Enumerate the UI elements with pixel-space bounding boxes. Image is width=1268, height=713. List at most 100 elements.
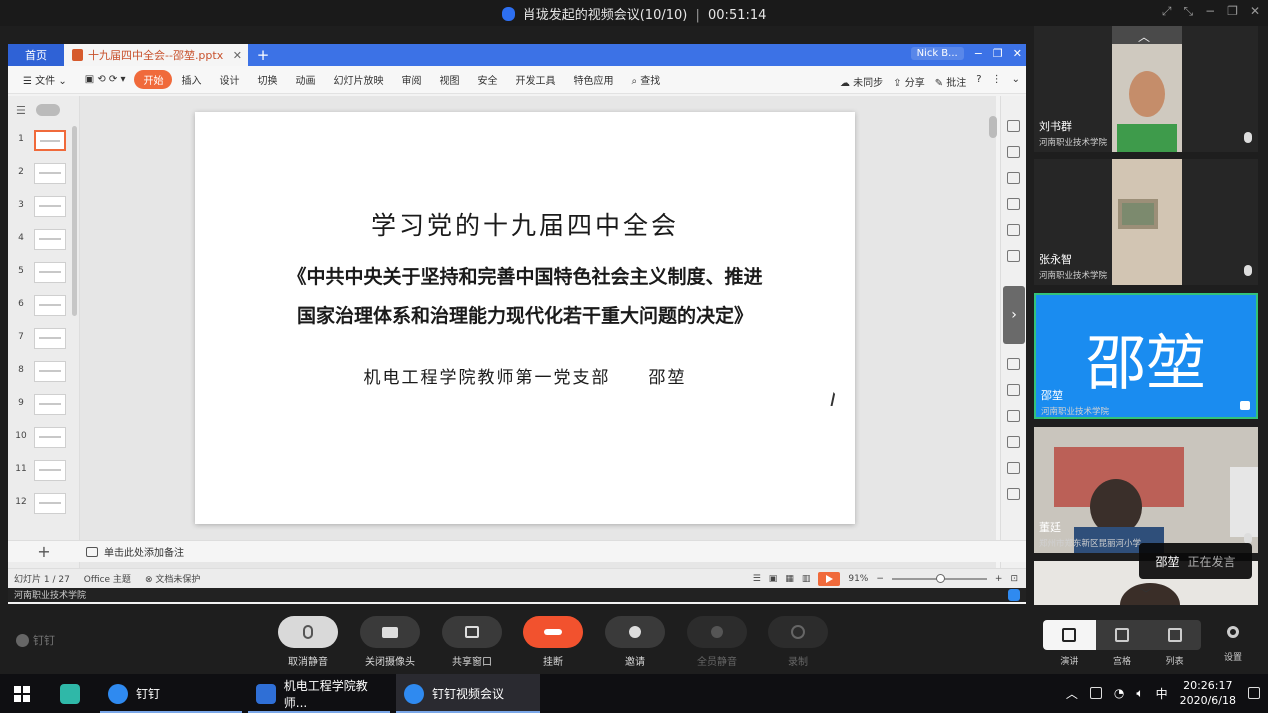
current-slide[interactable]: 学习党的十九届四中全会 《中共中央关于坚持和完善中国特色社会主义制度、推进 国家…: [195, 112, 855, 524]
tool-icon[interactable]: [1007, 172, 1020, 184]
system-clock[interactable]: 20:26:17 2020/6/18: [1180, 678, 1236, 708]
audio-icon[interactable]: [1007, 410, 1020, 422]
ime-indicator[interactable]: 中: [1156, 685, 1168, 702]
invite-button[interactable]: 邀请: [605, 616, 665, 668]
help-icon[interactable]: [1007, 488, 1020, 500]
share-circle[interactable]: [442, 616, 502, 648]
chevron-down-icon[interactable]: ﹀: [1140, 585, 1152, 602]
participant-tile[interactable]: 董廷 郑州市郑东新区昆丽河小学: [1034, 427, 1258, 553]
camera-off-button[interactable]: 关闭摄像头: [360, 616, 420, 668]
close-icon[interactable]: ✕: [1013, 47, 1022, 60]
slide-thumbnail[interactable]: 9: [8, 390, 80, 420]
slide-thumbnail[interactable]: 8: [8, 357, 80, 387]
record-circle[interactable]: [768, 616, 828, 648]
layout-speaker-tab[interactable]: [1043, 620, 1096, 650]
tab-home[interactable]: 首页: [8, 44, 64, 66]
slide-thumbnail[interactable]: 6: [8, 291, 80, 321]
tray-app-icon[interactable]: [1089, 687, 1102, 699]
tool-icon[interactable]: [1007, 436, 1020, 448]
ribbon-tab-home[interactable]: 开始: [134, 70, 173, 89]
tool-icon[interactable]: [1007, 198, 1020, 210]
layout-list-tab[interactable]: [1148, 620, 1201, 650]
slide-thumbnail[interactable]: 5: [8, 258, 80, 288]
taskbar-app-dingtalk[interactable]: 钉钉: [100, 674, 242, 713]
ribbon-tab-review[interactable]: 审阅: [392, 72, 430, 87]
new-tab-button[interactable]: +: [248, 46, 278, 64]
notification-icon[interactable]: [1248, 687, 1260, 699]
invite-circle[interactable]: [605, 616, 665, 648]
windows-start-icon[interactable]: [14, 686, 30, 702]
sync-button[interactable]: ☁ 未同步: [840, 74, 883, 89]
comment-button[interactable]: ✎ 批注: [935, 74, 967, 89]
menu-icon[interactable]: ☰ 文件 ⌄: [14, 72, 76, 87]
more-icon[interactable]: ⋮: [992, 74, 1002, 89]
image-icon[interactable]: [1007, 384, 1020, 396]
slide-thumbnail[interactable]: 10: [8, 423, 80, 453]
slide-thumbnail[interactable]: 7: [8, 324, 80, 354]
zoom-out-icon[interactable]: −: [876, 574, 884, 584]
wifi-icon[interactable]: ◔: [1114, 686, 1124, 700]
record-button[interactable]: 录制: [768, 616, 828, 668]
chart-icon[interactable]: [1007, 250, 1020, 262]
fit-window-icon[interactable]: ⊡: [1010, 574, 1018, 584]
ribbon-tab-animation[interactable]: 动画: [286, 72, 324, 87]
zoom-slider[interactable]: [891, 574, 987, 583]
participant-tile-active-speaker[interactable]: 邵堃 邵堃 河南职业技术学院: [1034, 293, 1258, 419]
user-account[interactable]: Nick B...: [910, 47, 964, 60]
add-slide-button[interactable]: +: [8, 542, 80, 561]
participant-tile[interactable]: 张永智 河南职业技术学院: [1034, 159, 1258, 285]
maximize-icon[interactable]: ❐: [1227, 4, 1238, 19]
slide-thumbnail[interactable]: 4: [8, 225, 80, 255]
tab-document[interactable]: 十九届四中全会--邵堃.pptx ✕: [64, 44, 248, 66]
collapse-icon[interactable]: ⤡: [1184, 4, 1194, 19]
taskbar-app-document[interactable]: 机电工程学院教师...: [248, 674, 390, 713]
volume-icon[interactable]: 🔈︎: [1136, 686, 1143, 701]
fullscreen-icon[interactable]: ⤢: [1162, 4, 1172, 19]
chevron-right-icon[interactable]: ›: [1003, 286, 1025, 344]
ribbon-tab-view[interactable]: 视图: [430, 72, 468, 87]
chevron-up-icon[interactable]: ︿: [1066, 685, 1078, 702]
outline-toggle[interactable]: [35, 104, 60, 116]
zoom-in-icon[interactable]: +: [995, 574, 1003, 584]
tool-icon[interactable]: [1007, 120, 1020, 132]
ribbon-tab-design[interactable]: 设计: [210, 72, 248, 87]
restore-icon[interactable]: ❐: [993, 47, 1003, 60]
media-player-app[interactable]: [52, 674, 92, 713]
zoom-slider-handle[interactable]: [935, 574, 945, 583]
chevron-down-icon[interactable]: ⌄: [1012, 74, 1020, 89]
list-view-icon[interactable]: ☰: [16, 104, 26, 117]
hangup-button[interactable]: 挂断: [523, 616, 583, 668]
slide-thumbnail[interactable]: 12: [8, 489, 80, 519]
history-icon[interactable]: [1007, 462, 1020, 474]
slide-thumbnail[interactable]: 2: [8, 159, 80, 189]
close-tab-icon[interactable]: ✕: [233, 49, 242, 62]
scrollbar-thumb[interactable]: [989, 116, 997, 138]
play-slideshow-button[interactable]: [818, 572, 841, 586]
thumbnail-scrollbar[interactable]: [72, 126, 77, 316]
minimize-icon[interactable]: −: [974, 47, 983, 60]
tool-icon[interactable]: [1007, 358, 1020, 370]
zoom-level[interactable]: 91%: [848, 574, 868, 584]
share-button[interactable]: ⇪ 分享: [893, 74, 925, 89]
share-window-button[interactable]: 共享窗口: [442, 616, 502, 668]
taskbar-app-meeting[interactable]: 钉钉视频会议: [396, 674, 540, 713]
grid-view-icon[interactable]: ▦: [785, 574, 794, 584]
mute-all-button[interactable]: 全员静音: [687, 616, 747, 668]
tool-icon[interactable]: [1007, 224, 1020, 236]
reading-view-icon[interactable]: ▥: [802, 574, 811, 584]
ribbon-tab-features[interactable]: 特色应用: [564, 72, 622, 87]
notes-placeholder[interactable]: 单击此处添加备注: [104, 544, 184, 559]
normal-view-icon[interactable]: ▣: [769, 574, 778, 584]
hangup-circle[interactable]: [523, 616, 583, 648]
participant-tile[interactable]: ︿ 刘书群 河南职业技术学院: [1034, 26, 1258, 152]
help-icon[interactable]: ?: [976, 74, 981, 89]
slide-thumbnail[interactable]: 3: [8, 192, 80, 222]
camera-circle[interactable]: [360, 616, 420, 648]
ribbon-tab-search[interactable]: ⌕ 查找: [622, 72, 669, 87]
slide-thumbnail[interactable]: 1: [8, 126, 80, 156]
ribbon-tab-developer[interactable]: 开发工具: [506, 72, 564, 87]
notes-toggle-icon[interactable]: ☰: [753, 574, 761, 584]
mute-all-circle[interactable]: [687, 616, 747, 648]
slide-thumbnail[interactable]: 11: [8, 456, 80, 486]
quick-access-icons[interactable]: ▣ ⟲ ⟳ ▾: [76, 74, 135, 85]
